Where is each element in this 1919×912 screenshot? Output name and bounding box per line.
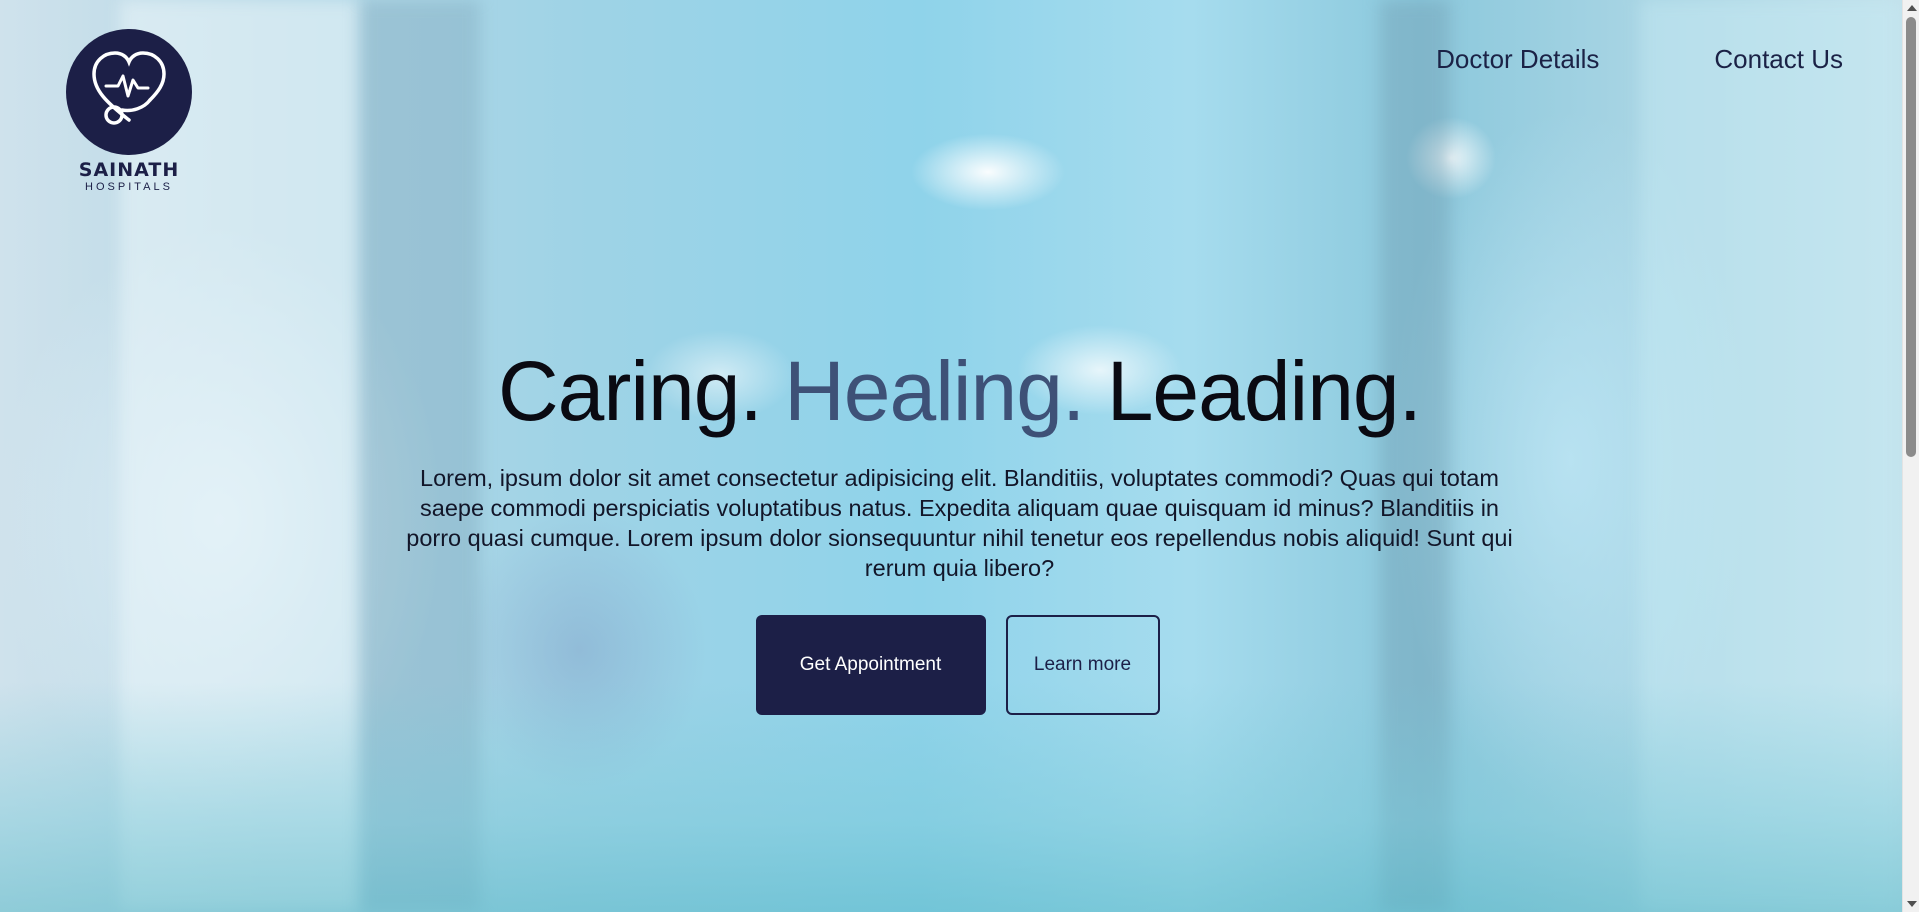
headline-caring: Caring. [498, 344, 763, 438]
scrollbar-thumb[interactable] [1906, 17, 1916, 457]
hero-section: Caring. Healing. Leading. Lorem, ipsum d… [0, 345, 1919, 716]
vertical-scrollbar[interactable] [1902, 0, 1919, 912]
scroll-down-icon[interactable] [1907, 901, 1917, 907]
hero-headline: Caring. Healing. Leading. [0, 345, 1919, 437]
landing-page: SAINATH HOSPITALS Doctor Details Contact… [0, 0, 1919, 912]
get-appointment-button[interactable]: Get Appointment [755, 615, 986, 716]
headline-leading: Leading. [1106, 344, 1422, 438]
learn-more-button[interactable]: Learn more [1005, 615, 1160, 716]
nav-doctor-details[interactable]: Doctor Details [1436, 44, 1599, 75]
hero-actions: Get Appointment Learn more [0, 615, 1919, 716]
brand-logo[interactable]: SAINATH HOSPITALS [66, 29, 192, 193]
hero-description: Lorem, ipsum dolor sit amet consectetur … [406, 465, 1513, 582]
background-floor [0, 682, 1919, 912]
top-nav: Doctor Details Contact Us [1436, 44, 1843, 75]
headline-healing: Healing. [784, 344, 1085, 438]
nav-contact-us[interactable]: Contact Us [1714, 44, 1843, 75]
logo-badge [66, 29, 192, 155]
brand-name: SAINATH [78, 159, 180, 181]
heart-stethoscope-icon [92, 51, 166, 125]
brand-subtitle: HOSPITALS [85, 180, 173, 193]
scroll-up-icon[interactable] [1907, 5, 1917, 11]
